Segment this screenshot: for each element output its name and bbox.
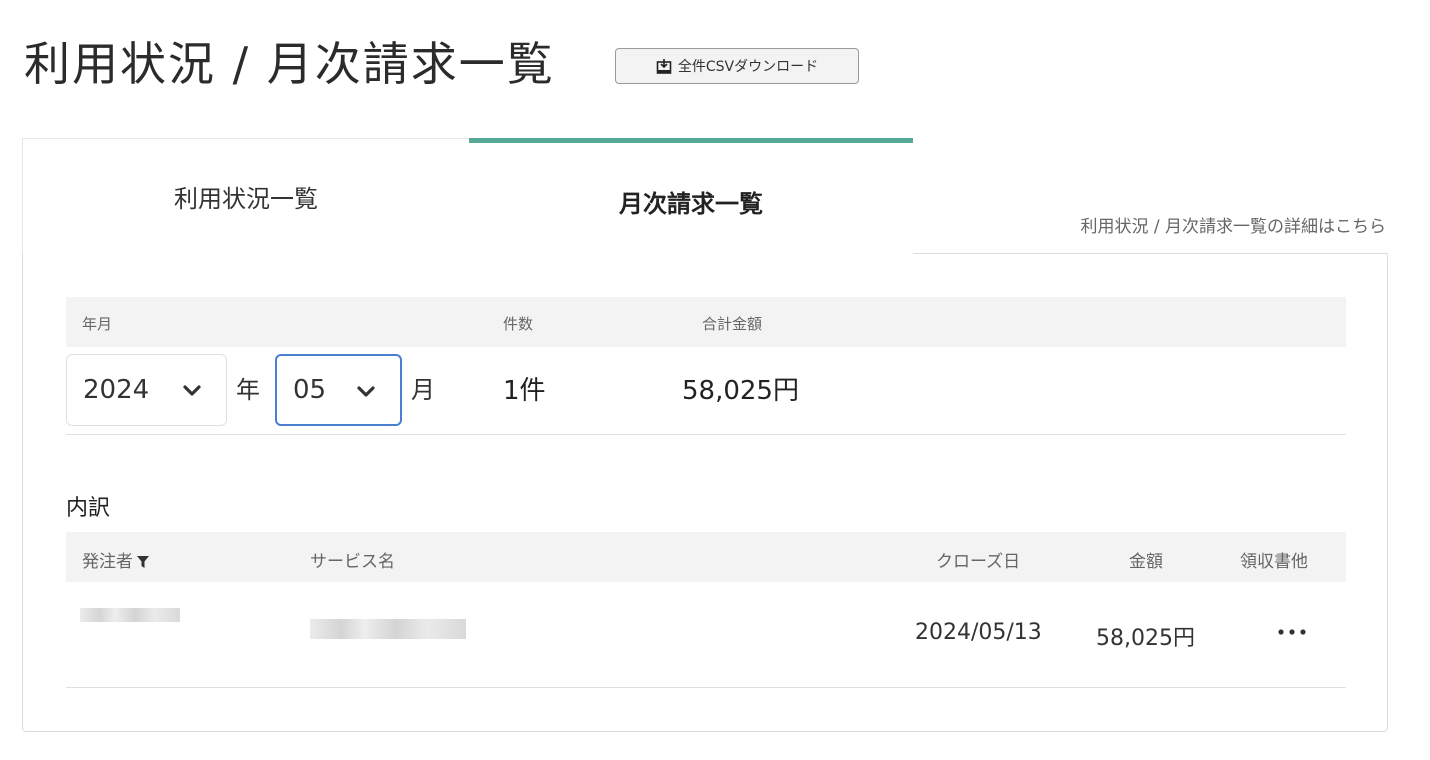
month-select[interactable]: 05 [275, 354, 402, 426]
tab-monthly-billing[interactable]: 月次請求一覧 [469, 138, 913, 254]
year-month-header: 年月 [82, 315, 113, 333]
more-icon [1278, 629, 1306, 635]
summary-divider [66, 434, 1346, 435]
count-value: 1件 [503, 376, 546, 406]
more-actions-button[interactable] [1274, 620, 1310, 644]
detail-link[interactable]: 利用状況 / 月次請求一覧の詳細はこちら [1080, 212, 1386, 237]
close-date-column-header: クローズ日 [936, 552, 1021, 572]
orderer-column-label: 発注者 [82, 552, 133, 572]
count-header: 件数 [503, 315, 534, 333]
summary-header: 年月 件数 合計金額 [66, 297, 1346, 347]
page-title: 利用状況 / 月次請求一覧 [24, 37, 555, 91]
breakdown-table-header: 発注者 サービス名 クローズ日 金額 領収書他 [66, 532, 1346, 582]
download-icon [656, 59, 672, 74]
panel-top-border [913, 253, 1388, 254]
tab-monthly-billing-label: 月次請求一覧 [619, 190, 763, 218]
table-bottom-divider [66, 687, 1346, 688]
orderer-column-header[interactable]: 発注者 [82, 547, 149, 572]
year-select[interactable]: 2024 [66, 354, 227, 426]
orderer-redacted [80, 608, 180, 622]
month-unit: 月 [411, 376, 435, 404]
service-column-header: サービス名 [310, 552, 395, 572]
chevron-down-icon [357, 386, 375, 397]
csv-download-button[interactable]: 全件CSVダウンロード [615, 48, 859, 84]
filter-icon[interactable] [137, 556, 149, 568]
year-unit: 年 [236, 376, 260, 404]
amount-column-header: 金額 [1129, 552, 1163, 572]
total-header: 合計金額 [702, 315, 763, 333]
chevron-down-icon [183, 385, 201, 396]
amount-cell: 58,025円 [1096, 626, 1195, 651]
receipt-column-header: 領収書他 [1240, 552, 1308, 572]
csv-download-label: 全件CSVダウンロード [677, 59, 819, 75]
breakdown-label: 内訳 [66, 496, 111, 521]
year-select-value: 2024 [83, 375, 150, 405]
service-redacted [310, 619, 466, 639]
tab-usage-list-label: 利用状況一覧 [174, 184, 318, 213]
tab-usage-list[interactable]: 利用状況一覧 [22, 138, 469, 254]
total-value: 58,025円 [682, 376, 799, 406]
close-date-cell: 2024/05/13 [915, 620, 1042, 645]
table-row: 2024/05/13 58,025円 [66, 582, 1346, 687]
month-select-value: 05 [293, 375, 327, 405]
